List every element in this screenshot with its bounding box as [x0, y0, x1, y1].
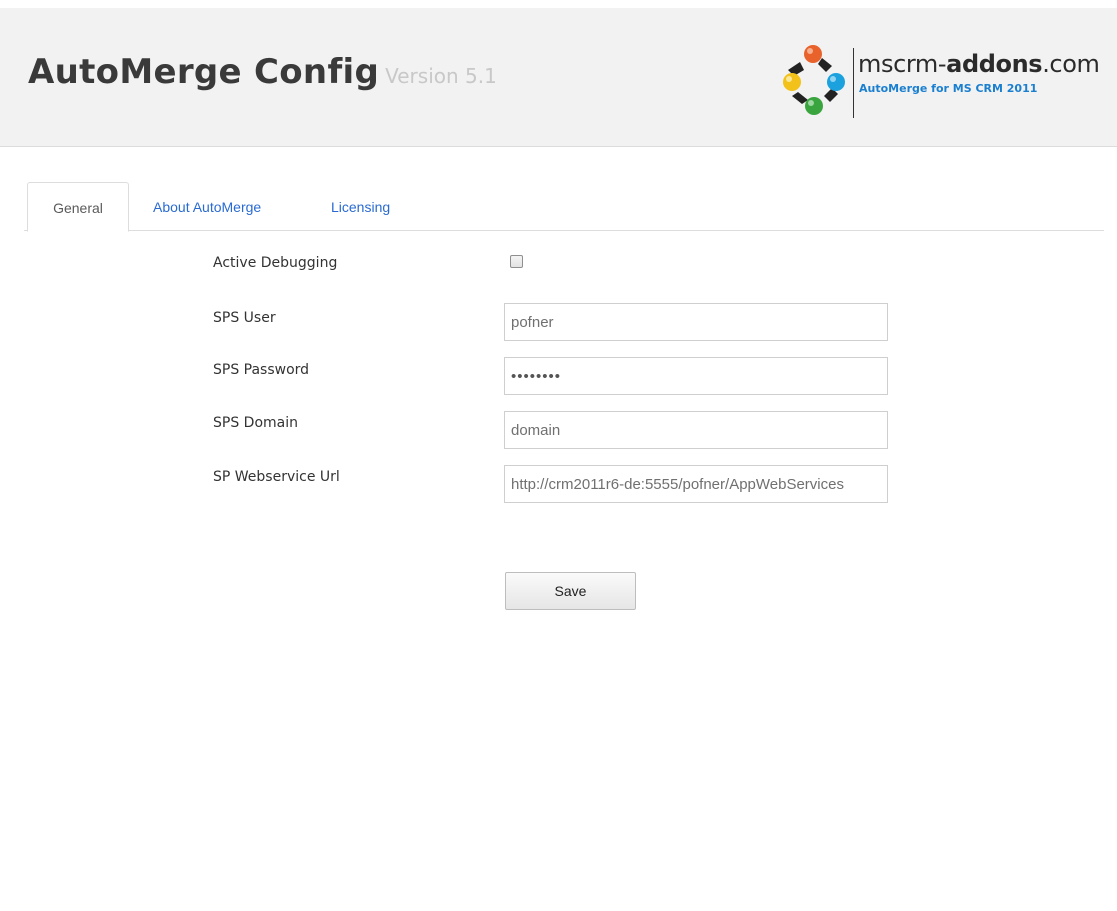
sps-user-input[interactable] [504, 303, 888, 341]
logo-name-suffix: .com [1042, 50, 1100, 78]
active-debugging-checkbox[interactable] [510, 255, 523, 268]
sp-webservice-url-input[interactable] [504, 465, 888, 503]
logo-name-bold: addons [946, 50, 1043, 78]
logo-divider [853, 48, 854, 118]
save-button[interactable]: Save [505, 572, 636, 610]
tab-about-automerge[interactable]: About AutoMerge [153, 182, 261, 230]
sps-password-input[interactable] [504, 357, 888, 395]
tab-bar: General About AutoMerge Licensing [24, 182, 1104, 232]
active-debugging-label: Active Debugging [213, 255, 338, 271]
sps-password-label: SPS Password [213, 362, 310, 378]
sps-user-label: SPS User [213, 310, 276, 326]
tab-general[interactable]: General [27, 182, 129, 232]
version-label: Version 5.1 [385, 64, 497, 88]
tab-licensing[interactable]: Licensing [331, 182, 390, 230]
logo-name-prefix: mscrm- [858, 50, 947, 78]
logo-subtitle: AutoMerge for MS CRM 2011 [859, 82, 1038, 95]
logo-icon [783, 45, 845, 115]
app-title-text: AutoMerge Config [28, 52, 380, 92]
sps-domain-input[interactable] [504, 411, 888, 449]
sps-domain-label: SPS Domain [213, 415, 298, 431]
sp-webservice-url-label: SP Webservice Url [213, 469, 340, 485]
company-logo: mscrm-addons.com AutoMerge for MS CRM 20… [778, 40, 1100, 120]
logo-wordmark: mscrm-addons.com [858, 50, 1100, 78]
page-title: AutoMerge Config Version 5.1 [28, 52, 497, 92]
header-banner: AutoMerge Config Version 5.1 mscrm-addons… [0, 8, 1117, 147]
